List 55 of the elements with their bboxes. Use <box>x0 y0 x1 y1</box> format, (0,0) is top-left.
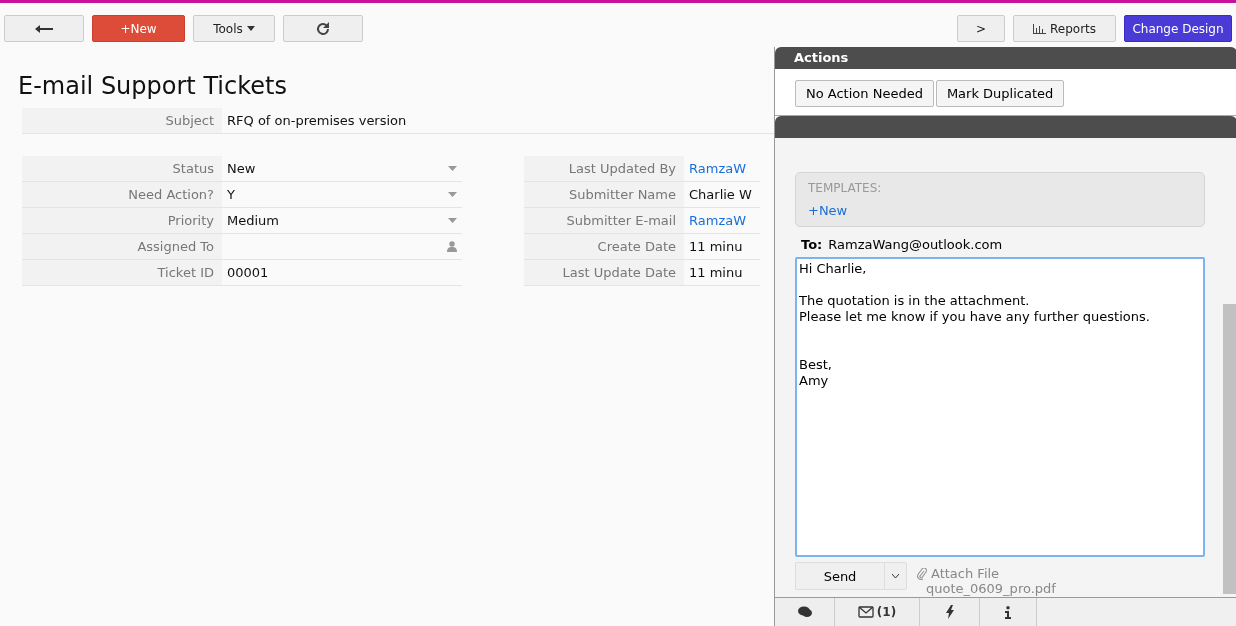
field-value: Charlie W <box>688 186 753 204</box>
field-label: Submitter E-mail <box>524 208 684 233</box>
info-icon <box>1005 605 1011 619</box>
to-label: To: <box>801 237 823 252</box>
bolt-icon <box>945 605 954 619</box>
comments-icon <box>797 606 812 618</box>
caret-icon <box>246 26 255 31</box>
send-split-button[interactable]: Send <box>795 562 907 590</box>
new-template-link[interactable]: +New <box>808 203 1192 218</box>
field-label: Submitter Name <box>524 182 684 207</box>
scrollbar-thumb[interactable] <box>1223 304 1236 594</box>
back-arrow-icon <box>35 24 53 33</box>
field-value: 00001 <box>226 264 270 282</box>
action-button[interactable]: Mark Duplicated <box>935 80 1065 107</box>
recipient-address: RamzaWang@outlook.com <box>828 237 1003 252</box>
field-value[interactable]: RamzaW <box>684 156 760 181</box>
next-button[interactable]: > <box>957 15 1005 42</box>
paperclip-icon <box>917 567 927 580</box>
reports-button[interactable]: Reports <box>1013 15 1116 42</box>
message-field[interactable]: Hi Charlie, The quotation is in the attachment. Please let me know if you have any further questions. Best, Amy <box>795 257 1205 557</box>
field-label: Last Updated By <box>524 156 684 181</box>
attachment-file-name: quote_0609_pro.pdf <box>925 581 1056 596</box>
panel-header: Actions <box>775 47 1236 69</box>
field-value[interactable]: Medium <box>222 208 448 233</box>
dropdown-caret-icon[interactable] <box>448 166 457 171</box>
new-button[interactable]: +New <box>92 15 185 42</box>
templates-label: TEMPLATES: <box>808 181 883 195</box>
field-label: Status <box>22 156 222 181</box>
field-value[interactable]: New <box>222 156 448 181</box>
back-button[interactable] <box>4 15 84 42</box>
field-label: Last Update Date <box>524 260 684 285</box>
page-title: E-mail Support Tickets <box>18 72 287 100</box>
send-button[interactable]: Send <box>796 563 884 589</box>
field-label: Ticket ID <box>22 260 222 285</box>
user-icon[interactable] <box>447 241 457 252</box>
field-label: Assigned To <box>22 234 222 259</box>
bar-chart-icon <box>1033 23 1046 34</box>
field-label: Create Date <box>524 234 684 259</box>
refresh-button[interactable] <box>283 15 363 42</box>
field-label: Subject <box>22 108 222 133</box>
field-label: Priority <box>22 208 222 233</box>
chevron-icon <box>892 574 899 578</box>
field-value[interactable]: RamzaW <box>684 208 760 233</box>
change-design-button[interactable]: Change Design <box>1124 15 1232 42</box>
tools-button[interactable]: Tools <box>193 15 275 42</box>
field-value: 11 minu <box>688 238 744 256</box>
dropdown-caret-icon[interactable] <box>448 218 457 223</box>
field-value[interactable]: Y <box>222 182 448 207</box>
refresh-icon <box>316 21 330 36</box>
action-button[interactable]: No Action Needed <box>795 80 934 107</box>
dropdown-caret-icon[interactable] <box>448 192 457 197</box>
field-label: Need Action? <box>22 182 222 207</box>
field-value: RFQ of on-premises version <box>226 112 408 130</box>
field-value: 11 minu <box>688 264 744 282</box>
mail-icon <box>857 606 874 618</box>
